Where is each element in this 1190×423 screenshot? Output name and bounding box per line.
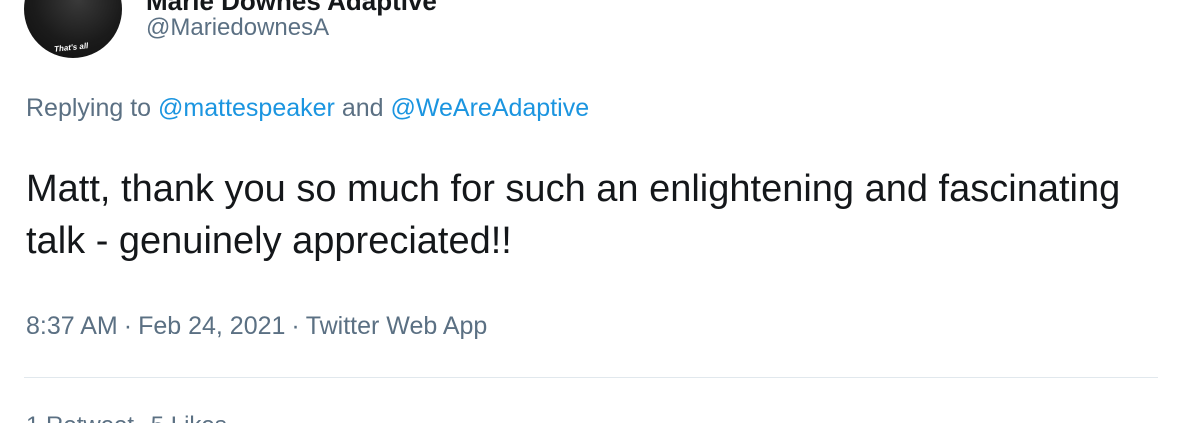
tweet-time[interactable]: 8:37 AM: [26, 312, 118, 340]
replying-prefix: Replying to: [26, 94, 159, 122]
divider: [24, 377, 1158, 378]
replying-to: Replying to @mattespeaker and @WeAreAdap…: [26, 94, 589, 123]
tweet-source[interactable]: Twitter Web App: [306, 312, 488, 340]
tweet: That's all Marie Downes Adaptive @Maried…: [0, 0, 1190, 423]
author-handle[interactable]: @MariedownesA: [146, 14, 329, 42]
retweet-count[interactable]: 1 Retweet: [26, 412, 134, 423]
tweet-date[interactable]: Feb 24, 2021: [138, 312, 285, 340]
tweet-text: Matt, thank you so much for such an enli…: [26, 168, 1121, 262]
mention-link-weareadaptive[interactable]: @WeAreAdaptive: [390, 94, 589, 122]
replying-joiner: and: [334, 94, 391, 122]
tweet-stats: 1 Retweet 5 Likes: [26, 412, 227, 423]
like-count[interactable]: 5 Likes: [151, 412, 227, 423]
avatar-caption: That's all: [53, 41, 89, 54]
meta-separator: ·: [123, 312, 133, 340]
mention-link-mattespeaker[interactable]: @mattespeaker: [158, 94, 335, 122]
meta-separator: ·: [291, 312, 300, 340]
avatar[interactable]: That's all: [24, 0, 122, 58]
tweet-meta: 8:37 AM · Feb 24, 2021 · Twitter Web App: [26, 312, 487, 341]
